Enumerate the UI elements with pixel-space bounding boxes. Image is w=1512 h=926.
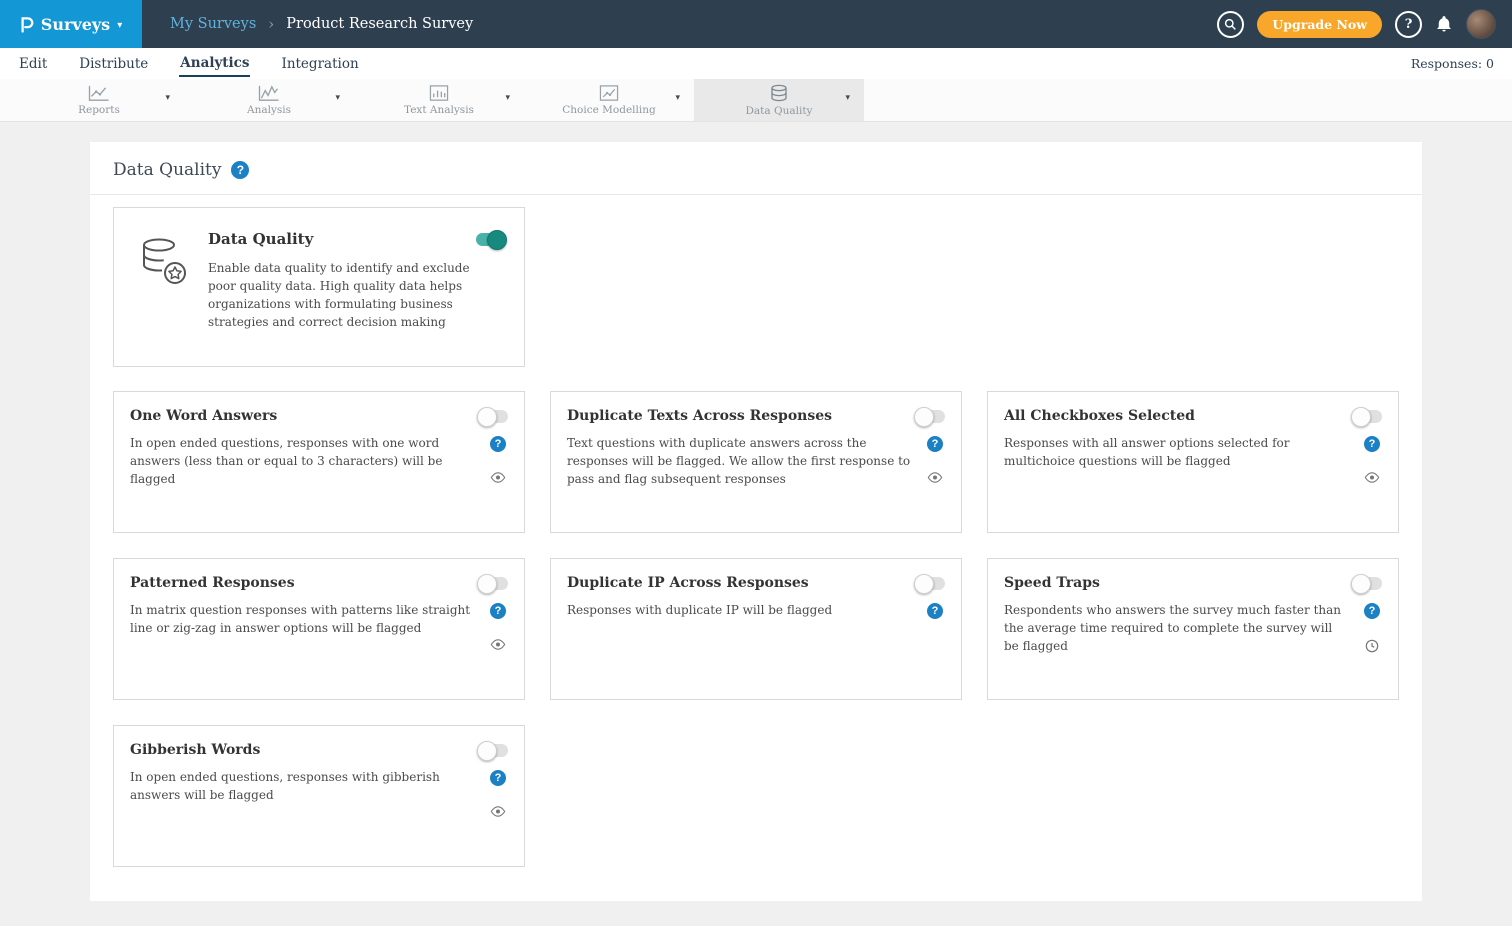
card-one-word-answers: One Word Answers In open ended questions… [113,391,525,533]
card-title: Patterned Responses [130,575,295,591]
card-description: Text questions with duplicate answers ac… [567,434,925,488]
help-icon[interactable]: ? [1395,11,1422,38]
card-duplicate-texts: Duplicate Texts Across Responses Text qu… [550,391,962,533]
duplicate-ip-toggle[interactable] [915,577,945,590]
card-speed-traps: Speed Traps Respondents who answers the … [987,558,1399,700]
help-icon[interactable]: ? [490,436,506,452]
card-title: Duplicate Texts Across Responses [567,408,832,424]
card-description: Respondents who answers the survey much … [1004,601,1362,655]
brand-logo-icon [20,16,34,33]
card-title: Speed Traps [1004,575,1100,591]
analytics-toolbar: Reports ▾ Analysis ▾ Text Analysis ▾ Cho… [0,79,1512,122]
chevron-down-icon[interactable]: ▾ [675,93,680,103]
tab-distribute[interactable]: Distribute [78,51,149,76]
data-quality-feature-card: Data Quality Enable data quality to iden… [113,207,525,367]
help-icon[interactable]: ? [490,603,506,619]
responses-count: Responses: 0 [1411,56,1494,71]
panel-body: Data Quality Enable data quality to iden… [90,195,1422,901]
card-description: Responses with all answer options select… [1004,434,1362,483]
data-quality-database-icon [769,84,789,104]
card-description: In matrix question responses with patter… [130,601,488,650]
one-word-answers-toggle[interactable] [478,410,508,423]
card-title: Gibberish Words [130,742,260,758]
text-analysis-chart-icon [427,84,451,103]
toolbar-item-label: Analysis [247,104,291,116]
chevron-down-icon: ▾ [117,20,122,31]
notifications-bell-icon[interactable] [1435,15,1453,33]
card-title: One Word Answers [130,408,277,424]
toolbar-item-data-quality[interactable]: Data Quality ▾ [694,79,864,121]
patterned-responses-toggle[interactable] [478,577,508,590]
page-help-icon[interactable]: ? [231,161,249,179]
toolbar-item-label: Reports [78,104,120,116]
card-duplicate-ip: Duplicate IP Across Responses Responses … [550,558,962,700]
eye-preview-icon[interactable] [1364,472,1380,483]
tab-edit[interactable]: Edit [18,51,48,76]
choice-modelling-chart-icon [597,84,621,103]
search-icon[interactable] [1217,11,1244,38]
data-quality-toggle[interactable] [476,233,506,246]
help-icon[interactable]: ? [1364,603,1380,619]
topbar-actions: Upgrade Now ? [1217,9,1512,39]
topbar: Surveys ▾ My Surveys › Product Research … [0,0,1512,48]
breadcrumb: My Surveys › Product Research Survey [170,15,473,33]
data-quality-panel: Data Quality ? Data Quality Enable da [90,142,1422,901]
toolbar-item-analysis[interactable]: Analysis ▾ [184,79,354,121]
data-quality-badge-icon [138,236,190,344]
tab-analytics[interactable]: Analytics [179,50,250,77]
chevron-down-icon[interactable]: ▾ [335,93,340,103]
help-icon[interactable]: ? [1364,436,1380,452]
toolbar-item-choice-modelling[interactable]: Choice Modelling ▾ [524,79,694,121]
chevron-down-icon[interactable]: ▾ [505,93,510,103]
card-patterned-responses: Patterned Responses In matrix question r… [113,558,525,700]
eye-preview-icon[interactable] [490,806,506,817]
eye-preview-icon[interactable] [490,472,506,483]
analysis-chart-icon [257,84,281,103]
eye-preview-icon[interactable] [490,639,506,650]
user-avatar[interactable] [1466,9,1496,39]
card-all-checkboxes-selected: All Checkboxes Selected Responses with a… [987,391,1399,533]
duplicate-texts-toggle[interactable] [915,410,945,423]
toolbar-item-label: Choice Modelling [562,104,655,116]
card-description: In open ended questions, responses with … [130,768,488,817]
rule-cards-grid: One Word Answers In open ended questions… [113,391,1399,867]
eye-preview-icon[interactable] [927,472,943,483]
survey-nav-tabs: Edit Distribute Analytics Integration Re… [0,48,1512,79]
help-icon[interactable]: ? [927,603,943,619]
clock-icon[interactable] [1365,639,1379,653]
breadcrumb-my-surveys[interactable]: My Surveys [170,16,256,32]
feature-card-description: Enable data quality to identify and excl… [208,259,496,331]
tab-integration[interactable]: Integration [280,51,359,76]
card-description: In open ended questions, responses with … [130,434,488,488]
gibberish-words-toggle[interactable] [478,744,508,757]
speed-traps-toggle[interactable] [1352,577,1382,590]
breadcrumb-separator-icon: › [268,15,274,33]
help-icon[interactable]: ? [927,436,943,452]
card-title: All Checkboxes Selected [1004,408,1195,424]
brand-menu[interactable]: Surveys ▾ [0,0,142,48]
card-gibberish-words: Gibberish Words In open ended questions,… [113,725,525,867]
toolbar-item-label: Text Analysis [404,104,474,116]
card-description: Responses with duplicate IP will be flag… [567,601,925,619]
panel-header: Data Quality ? [90,142,1422,195]
page-title: Data Quality [113,160,221,180]
help-icon[interactable]: ? [490,770,506,786]
chevron-down-icon[interactable]: ▾ [165,93,170,103]
all-checkboxes-toggle[interactable] [1352,410,1382,423]
toolbar-item-text-analysis[interactable]: Text Analysis ▾ [354,79,524,121]
card-title: Duplicate IP Across Responses [567,575,809,591]
feature-card-title: Data Quality [208,230,313,248]
breadcrumb-current-survey: Product Research Survey [286,16,473,32]
toolbar-item-reports[interactable]: Reports ▾ [14,79,184,121]
chevron-down-icon[interactable]: ▾ [845,93,850,103]
upgrade-now-button[interactable]: Upgrade Now [1257,11,1382,38]
toolbar-item-label: Data Quality [746,105,813,117]
reports-chart-icon [87,84,111,103]
brand-name: Surveys [41,15,110,34]
